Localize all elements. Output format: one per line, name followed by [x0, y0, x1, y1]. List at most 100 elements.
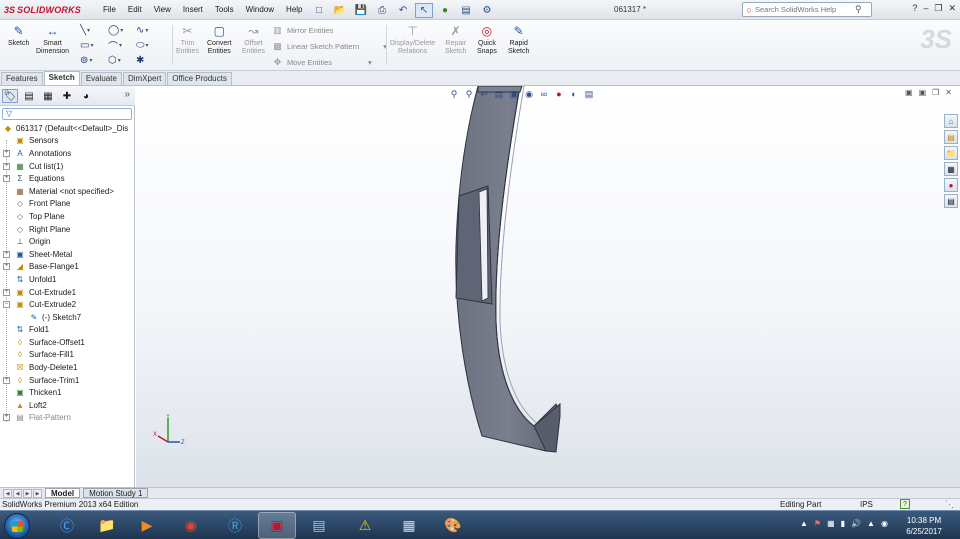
- tree-item-annotations[interactable]: + A Annotations: [0, 147, 135, 160]
- new-document-icon[interactable]: □: [310, 3, 328, 18]
- graphics-area[interactable]: ⚲ ⚲ ↩ ▤ ▣ ◉ ∞ ● ◐ ▤ ▣ ▣ ❐ ✕ ⌂ ▤ 📁 ▦ ● ▤: [136, 86, 960, 487]
- expand-icon[interactable]: +: [3, 263, 10, 271]
- feature-tree-icon[interactable]: 🏷: [2, 89, 18, 103]
- network-icon[interactable]: ▮: [841, 519, 845, 528]
- dropdown-icon[interactable]: ▾: [145, 27, 148, 34]
- menu-help[interactable]: Help: [280, 0, 308, 20]
- section-view-icon[interactable]: ▤: [493, 88, 505, 100]
- tree-item-origin[interactable]: ⊥ Origin: [0, 235, 135, 248]
- tree-item-surface-offset1[interactable]: ◊ Surface-Offset1: [0, 336, 135, 349]
- custom-properties-icon[interactable]: ▤: [944, 194, 958, 208]
- tree-item-sketch7[interactable]: ✎ (-) Sketch7: [0, 311, 135, 324]
- zoom-to-area-icon[interactable]: ⚲: [463, 88, 475, 100]
- save-icon[interactable]: 💾: [352, 3, 370, 18]
- google-drive-icon[interactable]: ▲: [867, 519, 875, 528]
- menu-edit[interactable]: Edit: [122, 0, 148, 20]
- tab-evaluate[interactable]: Evaluate: [80, 72, 122, 85]
- chrome-icon[interactable]: ◉: [172, 512, 210, 539]
- menu-file[interactable]: File: [97, 0, 122, 20]
- rebuild-icon[interactable]: ●: [436, 3, 454, 18]
- image-viewer-icon[interactable]: ▤: [300, 512, 338, 539]
- solidworks-logo[interactable]: 3S SOLIDWORKS: [4, 3, 81, 17]
- hide-show-items-icon[interactable]: ∞: [538, 88, 550, 100]
- show-hidden-icons[interactable]: ▲: [800, 519, 808, 528]
- tree-item-front-plane[interactable]: ◇ Front Plane: [0, 198, 135, 211]
- smart-dimension-button[interactable]: ↔ Smart Dimension: [36, 23, 69, 56]
- tree-item-sheet-metal[interactable]: + ▣ Sheet-Metal: [0, 248, 135, 261]
- configuration-manager-icon[interactable]: ▦: [40, 89, 56, 103]
- slot-tool[interactable]: ⊚ ▾: [80, 53, 106, 68]
- viewport-minimize-icon[interactable]: ▣: [919, 88, 927, 97]
- rapid-sketch-button[interactable]: ✎ Rapid Sketch: [508, 23, 529, 56]
- spline-tool[interactable]: ∿ ▾: [136, 23, 162, 38]
- search-box[interactable]: ○ ⚲: [742, 2, 872, 17]
- help-icon[interactable]: ?: [912, 3, 917, 14]
- tab-features[interactable]: Features: [1, 72, 43, 85]
- dropdown-icon[interactable]: ▾: [90, 42, 93, 49]
- linear-pattern-button[interactable]: ▩Linear Sketch Pattern▾: [272, 40, 387, 53]
- last-tab-icon[interactable]: ▶: [33, 488, 42, 498]
- viewport-options-icon[interactable]: ▣: [905, 88, 913, 97]
- tree-item-material-not-specified[interactable]: ▦ Material <not specified>: [0, 185, 135, 198]
- menu-window[interactable]: Window: [240, 0, 280, 20]
- flag-icon[interactable]: ⚑: [814, 519, 821, 528]
- prev-tab-icon[interactable]: ◀: [13, 488, 22, 498]
- solidworks-resources-icon[interactable]: ⌂: [944, 114, 958, 128]
- sketch-button[interactable]: ✎ Sketch: [8, 23, 29, 48]
- tree-item-cut-extrude2[interactable]: − ▣ Cut-Extrude2: [0, 298, 135, 311]
- dropdown-icon[interactable]: ▾: [120, 27, 123, 34]
- expand-icon[interactable]: +: [3, 162, 10, 170]
- tree-item-loft2[interactable]: ▲ Loft2: [0, 399, 135, 412]
- skype-icon[interactable]: Ⓡ: [216, 512, 254, 539]
- zoom-to-fit-icon[interactable]: ⚲: [448, 88, 460, 100]
- expand-icon[interactable]: +: [3, 175, 10, 183]
- expand-icon[interactable]: +: [3, 414, 10, 422]
- help-status-icon[interactable]: ?: [900, 499, 910, 509]
- search-icon[interactable]: ⚲: [855, 4, 862, 15]
- paint-icon[interactable]: 🎨: [434, 512, 472, 539]
- dropdown-icon[interactable]: ▾: [119, 42, 122, 49]
- restore-icon[interactable]: ❐: [934, 3, 942, 14]
- line-tool[interactable]: ╲ ▾: [80, 23, 106, 38]
- display-manager-icon[interactable]: ◕: [78, 89, 94, 103]
- tree-item-unfold1[interactable]: ⇅ Unfold1: [0, 273, 135, 286]
- view-settings-icon[interactable]: ▤: [583, 88, 595, 100]
- ellipse-tool[interactable]: ⬭ ▾: [136, 38, 162, 53]
- dropdown-icon[interactable]: ▾: [368, 58, 372, 67]
- tree-item-cut-extrude1[interactable]: + ▣ Cut-Extrude1: [0, 286, 135, 299]
- warning-icon[interactable]: ⚠: [346, 512, 384, 539]
- dropdown-icon[interactable]: ▾: [118, 57, 121, 64]
- trim-entities-button[interactable]: ✂ Trim Entities: [176, 23, 199, 56]
- offset-entities-button[interactable]: ↝ Offset Entities: [242, 23, 265, 56]
- tab-motion-study[interactable]: Motion Study 1: [83, 488, 149, 498]
- print-icon[interactable]: ⎙: [373, 3, 391, 18]
- menu-insert[interactable]: Insert: [177, 0, 209, 20]
- circle-tool[interactable]: ◯ ▾: [108, 23, 134, 38]
- collapse-icon[interactable]: −: [3, 301, 10, 309]
- display-delete-relations-button[interactable]: ⊤ Display/Delete Relations: [390, 23, 435, 56]
- appearances-icon[interactable]: ●: [944, 178, 958, 192]
- app-tray-icon[interactable]: ◉: [881, 519, 888, 528]
- tree-item-cut-list-1[interactable]: + ▦ Cut list(1): [0, 160, 135, 173]
- media-player-icon[interactable]: ▶: [128, 512, 166, 539]
- viewport-close-icon[interactable]: ✕: [945, 88, 952, 97]
- tree-item-surface-trim1[interactable]: + ◊ Surface-Trim1: [0, 374, 135, 387]
- tab-model[interactable]: Model: [45, 488, 81, 498]
- apply-scene-icon[interactable]: ◐: [568, 88, 580, 100]
- arc-tool[interactable]: ⌒ ▾: [108, 38, 134, 53]
- previous-view-icon[interactable]: ↩: [478, 88, 490, 100]
- tree-item-sensors[interactable]: ▣ Sensors: [0, 135, 135, 148]
- dropbox-icon[interactable]: ▦: [827, 519, 835, 528]
- design-library-icon[interactable]: ▤: [944, 130, 958, 144]
- taskbar-clock[interactable]: 10:38 PM 6/25/2017: [898, 515, 950, 537]
- expand-chevron-icon[interactable]: »: [124, 89, 130, 100]
- tree-item-top-plane[interactable]: ◇ Top Plane: [0, 210, 135, 223]
- undo-icon[interactable]: ↶: [394, 3, 412, 18]
- tree-root[interactable]: ◆ 061317 (Default<<Default>_Dis: [0, 122, 135, 135]
- dimxpert-manager-icon[interactable]: ✚: [59, 89, 75, 103]
- close-icon[interactable]: ✕: [948, 3, 956, 14]
- tree-item-flat-pattern[interactable]: + ▤ Flat-Pattern: [0, 412, 135, 425]
- rectangle-tool[interactable]: ▭ ▾: [80, 38, 106, 53]
- repair-sketch-button[interactable]: ✗ Repair Sketch: [445, 23, 466, 56]
- expand-icon[interactable]: +: [3, 376, 10, 384]
